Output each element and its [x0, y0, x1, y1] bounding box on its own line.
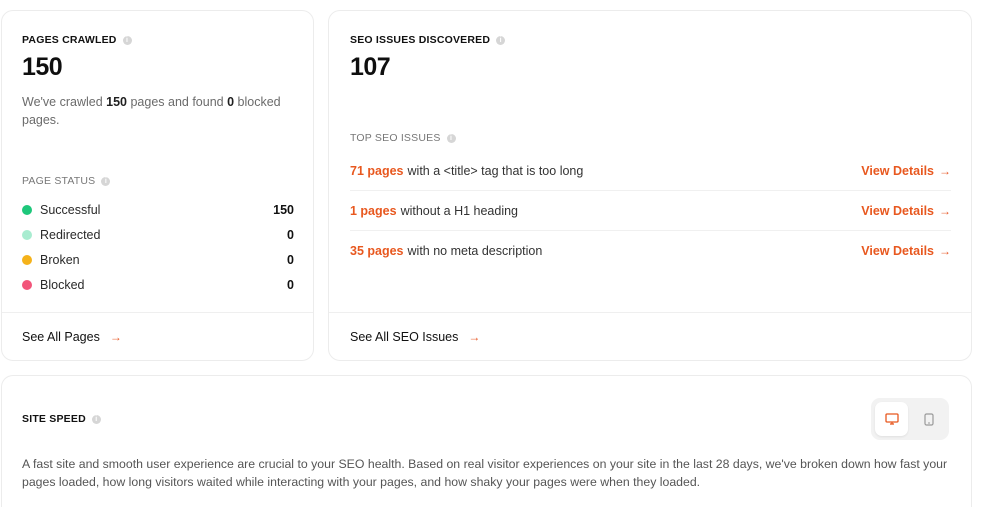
issue-row: 1 pages without a H1 heading View Detail…	[350, 191, 951, 231]
status-label: Successful	[40, 202, 101, 217]
pages-crawled-description: We've crawled 150 pages and found 0 bloc…	[22, 93, 292, 129]
desc-middle: pages and found	[127, 95, 228, 109]
issue-count: 1 pages	[350, 203, 397, 218]
info-icon[interactable]: i	[446, 133, 456, 143]
seo-issues-list: 71 pages with a <title> tag that is too …	[350, 151, 951, 271]
desktop-icon	[884, 413, 899, 425]
status-count: 0	[287, 277, 294, 292]
see-all-pages-label: See All Pages	[22, 329, 100, 344]
status-row-successful: Successful 150	[22, 197, 294, 222]
view-details-link[interactable]: View Details →	[861, 244, 951, 258]
device-toggle	[871, 398, 949, 440]
status-row-blocked: Blocked 0	[22, 272, 294, 297]
status-label: Broken	[40, 252, 80, 267]
desktop-toggle-button[interactable]	[875, 402, 908, 436]
issue-text: with a <title> tag that is too long	[407, 163, 584, 178]
issue-count: 71 pages	[350, 163, 404, 178]
desc-prefix: We've crawled	[22, 95, 107, 109]
seo-issues-title-row: SEO ISSUES DISCOVERED i	[350, 34, 506, 46]
status-dot-icon	[22, 254, 32, 265]
mobile-icon	[923, 412, 934, 426]
status-row-redirected: Redirected 0	[22, 222, 294, 247]
arrow-right-icon: →	[939, 203, 951, 218]
info-icon[interactable]: i	[122, 35, 132, 45]
arrow-right-icon: →	[939, 163, 951, 178]
view-details-link[interactable]: View Details →	[861, 204, 951, 218]
pages-crawled-title: PAGES CRAWLED	[22, 34, 117, 46]
info-icon[interactable]: i	[101, 176, 111, 186]
mobile-toggle-button[interactable]	[912, 402, 945, 436]
site-speed-title-row: SITE SPEED i	[22, 413, 101, 425]
issue-row: 35 pages with no meta description View D…	[350, 231, 951, 271]
top-seo-issues-title-row: TOP SEO ISSUES i	[350, 132, 456, 144]
issue-text: without a H1 heading	[400, 203, 519, 218]
desc-pages-count: 150	[106, 95, 127, 109]
issue-count: 35 pages	[350, 244, 404, 258]
status-dot-icon	[22, 204, 32, 215]
page-status-list: Successful 150 Redirected 0 Broken 0 Blo…	[22, 197, 294, 297]
info-icon[interactable]: i	[91, 414, 101, 424]
view-details-label: View Details	[861, 163, 934, 178]
arrow-right-icon: →	[939, 244, 951, 258]
page-status-title-row: PAGE STATUS i	[22, 175, 111, 187]
site-speed-title: SITE SPEED	[22, 413, 86, 425]
see-all-seo-issues-label: See All SEO Issues	[350, 329, 459, 344]
status-label: Blocked	[40, 277, 85, 292]
pages-crawled-count: 150	[22, 53, 63, 81]
site-speed-description: A fast site and smooth user experience a…	[22, 457, 948, 489]
status-row-broken: Broken 0	[22, 247, 294, 272]
desc-blocked-count: 0	[227, 95, 235, 109]
status-dot-icon	[22, 279, 32, 290]
see-all-pages-link[interactable]: See All Pages →	[2, 312, 313, 360]
pages-crawled-title-row: PAGES CRAWLED i	[22, 34, 132, 46]
pages-crawled-card: PAGES CRAWLED i 150 We've crawled 150 pa…	[1, 10, 314, 361]
issue-row: 71 pages with a <title> tag that is too …	[350, 151, 951, 191]
view-details-link[interactable]: View Details →	[861, 164, 951, 178]
status-count: 0	[287, 252, 294, 267]
arrow-right-icon: →	[109, 329, 122, 344]
page-status-title: PAGE STATUS	[22, 175, 96, 187]
site-speed-card: SITE SPEED i A fast site and smooth user…	[1, 375, 972, 507]
status-dot-icon	[22, 229, 32, 240]
status-count: 0	[287, 227, 294, 242]
seo-issues-title: SEO ISSUES DISCOVERED	[350, 34, 491, 46]
status-count: 150	[273, 202, 294, 217]
issue-text: with no meta description	[407, 244, 543, 258]
seo-issues-card: SEO ISSUES DISCOVERED i 107 TOP SEO ISSU…	[328, 10, 972, 361]
top-seo-issues-title: TOP SEO ISSUES	[350, 132, 441, 144]
status-label: Redirected	[40, 227, 101, 242]
view-details-label: View Details	[861, 203, 934, 218]
info-icon[interactable]: i	[496, 35, 506, 45]
view-details-label: View Details	[861, 244, 934, 258]
see-all-seo-issues-link[interactable]: See All SEO Issues →	[329, 312, 971, 360]
arrow-right-icon: →	[468, 329, 481, 344]
seo-issues-count: 107	[350, 53, 391, 81]
